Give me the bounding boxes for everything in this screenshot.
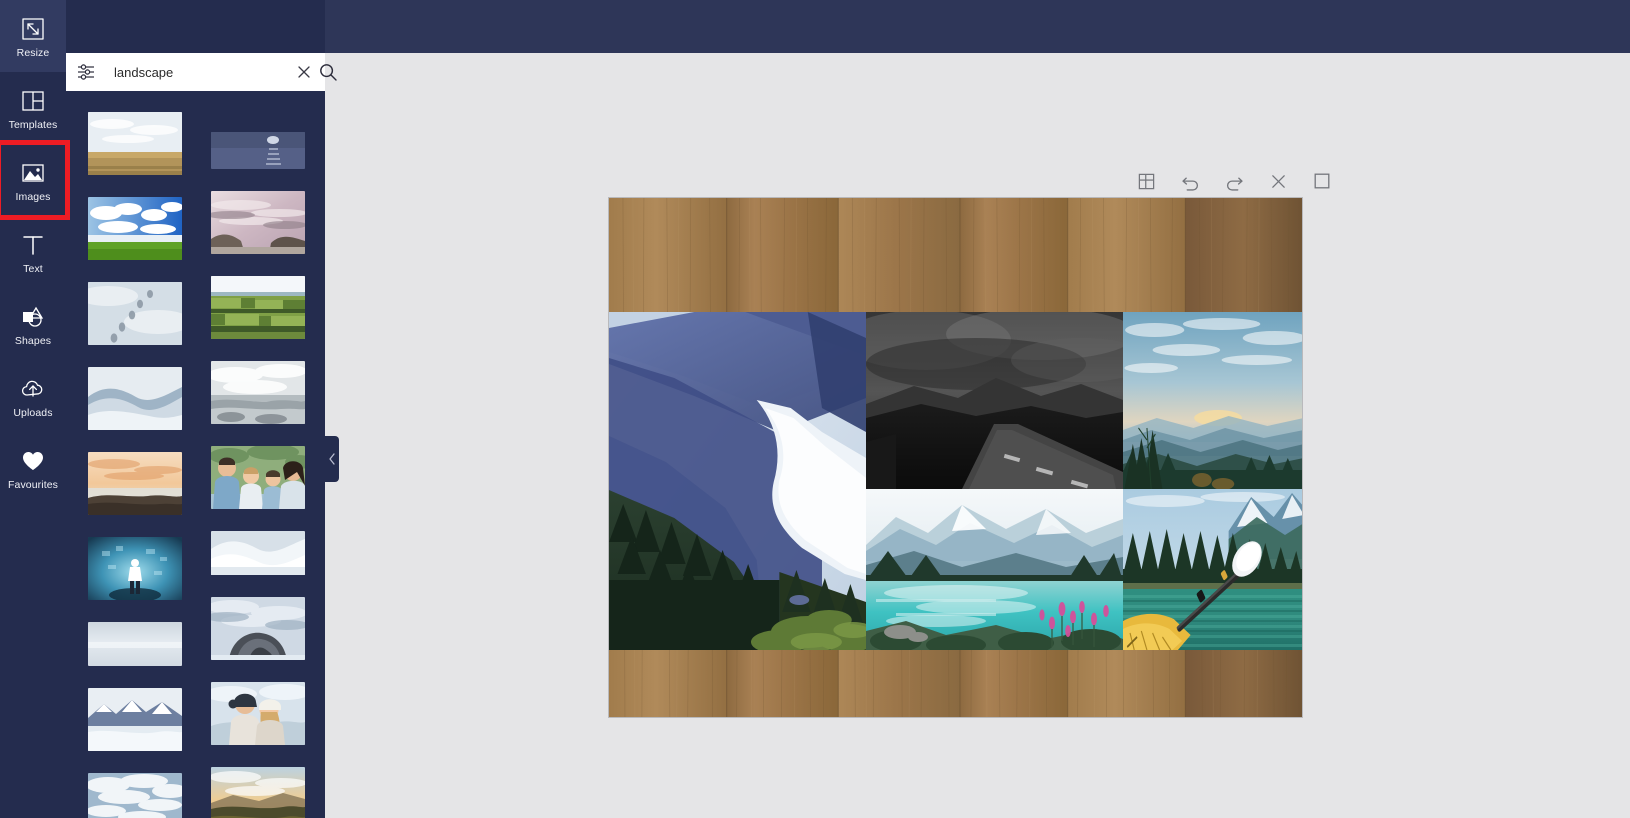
snow-ridge-thumbnail[interactable] bbox=[211, 531, 305, 575]
design-canvas[interactable] bbox=[608, 197, 1303, 718]
uploads-icon bbox=[18, 374, 48, 404]
results-column-right bbox=[211, 132, 305, 818]
resize-icon bbox=[18, 14, 48, 44]
collage-cell-kayak-paddle[interactable] bbox=[1123, 489, 1302, 650]
sidebar-item-label: Resize bbox=[16, 46, 50, 59]
results-column-left bbox=[88, 112, 182, 818]
golden-valley-thumbnail[interactable] bbox=[211, 767, 305, 818]
sidebar-item-text[interactable]: Text bbox=[0, 216, 66, 288]
collage-cell-turquoise-lake[interactable] bbox=[866, 489, 1123, 650]
image-editor-app: Resize Templates Images bbox=[0, 0, 1630, 818]
filter-sliders-icon[interactable] bbox=[76, 62, 96, 82]
shapes-icon bbox=[18, 302, 48, 332]
sidebar-item-label: Shapes bbox=[14, 334, 52, 347]
snow-footprints-thumbnail[interactable] bbox=[88, 282, 182, 345]
collapse-panel-button[interactable] bbox=[325, 436, 339, 482]
text-icon bbox=[18, 230, 48, 260]
photo-collage bbox=[609, 312, 1302, 650]
canvas-toolbar bbox=[1133, 168, 1335, 194]
moonlit-water-thumbnail[interactable] bbox=[211, 132, 305, 169]
templates-icon bbox=[18, 86, 48, 116]
search-bar bbox=[66, 53, 337, 91]
sidebar-item-label: Favourites bbox=[7, 478, 59, 491]
sidebar-item-templates[interactable]: Templates bbox=[0, 72, 66, 144]
sidebar-item-label: Images bbox=[15, 190, 51, 203]
sidebar-item-label: Templates bbox=[8, 118, 58, 131]
workspace-area bbox=[325, 53, 1630, 818]
sidebar-item-label: Text bbox=[23, 262, 43, 275]
dry-grass-field-thumbnail[interactable] bbox=[88, 112, 182, 175]
heart-icon bbox=[18, 446, 48, 476]
collage-cell-river-valley[interactable] bbox=[609, 312, 866, 650]
sidebar-item-uploads[interactable]: Uploads bbox=[0, 360, 66, 432]
tools-sidebar: Resize Templates Images Text Shapes Uplo… bbox=[0, 0, 70, 818]
clear-search-icon[interactable] bbox=[294, 62, 314, 82]
sidebar-item-shapes[interactable]: Shapes bbox=[0, 288, 66, 360]
sidebar-item-images[interactable]: Images bbox=[0, 140, 70, 220]
close-button[interactable] bbox=[1265, 168, 1291, 194]
cloudy-sea-thumbnail[interactable] bbox=[88, 773, 182, 818]
snow-mountains-thumbnail[interactable] bbox=[88, 688, 182, 751]
redo-button[interactable] bbox=[1221, 168, 1247, 194]
images-icon bbox=[18, 158, 48, 188]
chevron-left-icon bbox=[329, 453, 335, 465]
figure-in-light-thumbnail[interactable] bbox=[88, 537, 182, 600]
search-input[interactable] bbox=[96, 64, 290, 80]
search-results-grid[interactable] bbox=[66, 100, 325, 818]
foggy-shore-thumbnail[interactable] bbox=[211, 361, 305, 424]
images-panel bbox=[66, 0, 337, 818]
green-meadow-thumbnail[interactable] bbox=[88, 197, 182, 260]
winter-couple-thumbnail[interactable] bbox=[211, 682, 305, 745]
patchwork-fields-thumbnail[interactable] bbox=[211, 276, 305, 339]
search-icon[interactable] bbox=[318, 62, 338, 82]
sunset-lake-thumbnail[interactable] bbox=[88, 452, 182, 515]
snow-dunes-thumbnail[interactable] bbox=[88, 367, 182, 430]
pale-gradient-thumbnail[interactable] bbox=[88, 622, 182, 666]
sidebar-item-resize[interactable]: Resize bbox=[0, 0, 66, 72]
layout-button[interactable] bbox=[1133, 168, 1159, 194]
sidebar-item-label: Uploads bbox=[13, 406, 53, 419]
undo-button[interactable] bbox=[1177, 168, 1203, 194]
collage-cell-misty-ridges[interactable] bbox=[1123, 312, 1302, 489]
dark-rock-snow-thumbnail[interactable] bbox=[211, 597, 305, 660]
family-portrait-thumbnail[interactable] bbox=[211, 446, 305, 509]
collage-cell-storm-road[interactable] bbox=[866, 312, 1123, 489]
pink-clouds-thumbnail[interactable] bbox=[211, 191, 305, 254]
sidebar-item-favourites[interactable]: Favourites bbox=[0, 432, 66, 504]
crop-button[interactable] bbox=[1309, 168, 1335, 194]
